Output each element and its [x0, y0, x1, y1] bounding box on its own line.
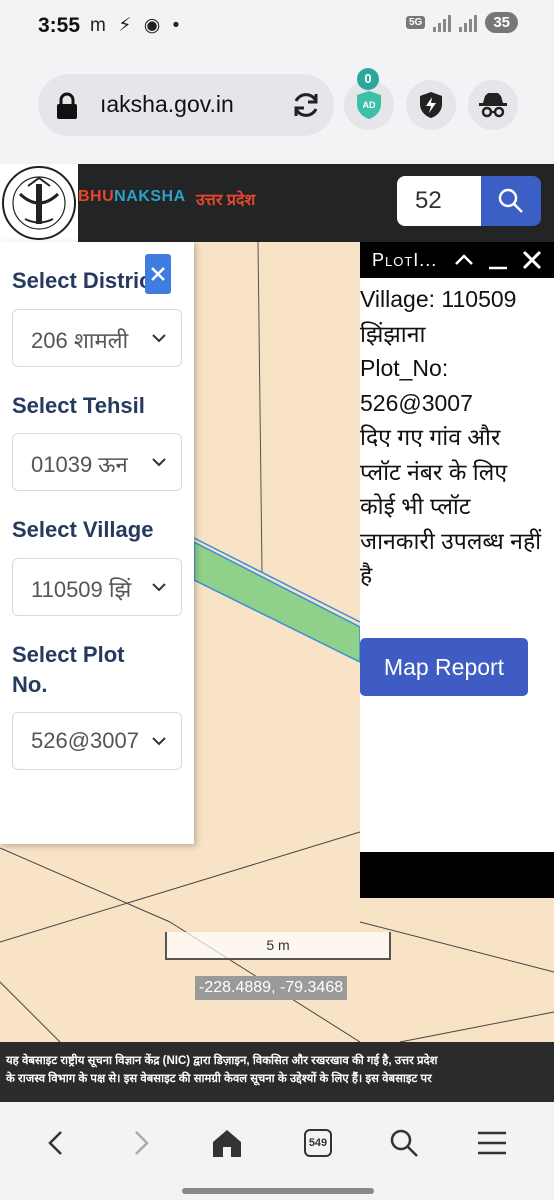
- back-icon: [48, 1131, 62, 1155]
- selection-panel: Select District 206 शामली Select Tehsil …: [0, 242, 194, 844]
- search-icon: [390, 1129, 418, 1157]
- tabs-icon: 549: [304, 1129, 332, 1157]
- close-panel-button[interactable]: [145, 254, 171, 294]
- plot-info-body: Village: 110509 झिंझाना Plot_No: 526@300…: [360, 282, 554, 593]
- collapse-up-icon[interactable]: [452, 248, 476, 272]
- map-report-button[interactable]: Map Report: [360, 638, 528, 696]
- bhunaksha-brand[interactable]: BHUNAKSHA: [78, 188, 186, 206]
- screen: 3:55 m ⚡ ◉ • 5G 35 ıaksha.gov.in 0 AD BH…: [0, 0, 554, 1200]
- search-button[interactable]: [481, 176, 541, 226]
- bolt-icon: ⚡: [118, 15, 132, 36]
- district-value: 206 शामली: [31, 328, 129, 353]
- incognito-icon: [479, 93, 507, 118]
- signal-icon-2: [459, 14, 478, 32]
- forward-icon: [135, 1131, 149, 1155]
- tehsil-value: 01039 ऊन: [31, 452, 128, 477]
- info-plot-label: Plot_No:: [360, 355, 449, 381]
- signal-icon: [433, 14, 452, 32]
- plot-info-footer: [360, 852, 554, 898]
- info-plot-number: 526@3007: [360, 389, 473, 416]
- up-govt-seal: [0, 164, 78, 242]
- plot-label: Select Plot No.: [12, 642, 125, 697]
- status-right: 5G 35: [405, 12, 518, 33]
- village-select[interactable]: 110509 झिं: [12, 558, 182, 616]
- address-bar[interactable]: ıaksha.gov.in: [38, 74, 334, 136]
- chevron-down-icon: [152, 458, 166, 467]
- svg-text:AD: AD: [363, 100, 376, 110]
- disclaimer-footer: यह वेबसाइट राष्ट्रीय सूचना विज्ञान केंद्…: [0, 1042, 554, 1102]
- m-icon: m: [90, 15, 106, 36]
- whatsapp-icon: ◉: [143, 15, 161, 36]
- info-village: Village: 110509: [360, 286, 517, 312]
- plot-select[interactable]: 526@3007: [12, 712, 182, 770]
- emblem-icon: [2, 166, 76, 240]
- village-value: 110509 झिं: [31, 577, 132, 602]
- plot-search-input[interactable]: [397, 176, 481, 226]
- search-button-nav[interactable]: [380, 1122, 428, 1164]
- mouse-coordinates: -228.4889, -79.3468: [195, 976, 348, 1000]
- lock-icon[interactable]: [54, 92, 80, 120]
- minimize-icon[interactable]: [486, 248, 510, 272]
- adblock-count: 0: [357, 68, 379, 90]
- scale-label: 5 m: [266, 937, 290, 953]
- info-message-4: जानकारी उपलब्ध नहीं: [360, 527, 542, 554]
- home-icon: [213, 1130, 241, 1157]
- plot-info-titlebar: PlotI...: [360, 242, 554, 278]
- disclaimer-line-1: यह वेबसाइट राष्ट्रीय सूचना विज्ञान केंद्…: [6, 1055, 438, 1067]
- shield-bolt-icon: [420, 92, 442, 118]
- adblock-button[interactable]: 0 AD: [344, 68, 394, 130]
- forward-button[interactable]: [117, 1122, 165, 1164]
- selected-plot[interactable]: [193, 540, 361, 664]
- tabs-button[interactable]: 549: [294, 1122, 342, 1164]
- district-select[interactable]: 206 शामली: [12, 309, 182, 367]
- info-message-2: प्लॉट नंबर के लिए: [360, 458, 508, 485]
- scale-bar: 5 m: [165, 932, 391, 960]
- menu-button[interactable]: [468, 1122, 516, 1164]
- reload-icon[interactable]: [290, 89, 322, 121]
- menu-icon: [478, 1131, 506, 1155]
- dot-icon: •: [172, 15, 180, 36]
- adblock-icon: AD: [357, 91, 381, 119]
- chevron-down-icon: [152, 334, 166, 343]
- chevron-down-icon: [152, 737, 166, 746]
- info-message-1: दिए गए गांव और: [360, 424, 501, 450]
- battery-indicator: 35: [485, 12, 518, 33]
- close-icon: [151, 267, 165, 281]
- info-message-5: है: [360, 562, 373, 588]
- browser-bottom-nav: 549: [0, 1102, 554, 1200]
- disclaimer-line-2: के राजस्व विभाग के पक्ष से। इस वेबसाइट क…: [6, 1073, 432, 1085]
- url-text[interactable]: ıaksha.gov.in: [100, 91, 280, 118]
- status-time: 3:55: [38, 14, 81, 37]
- info-message-3: कोई भी प्लॉट: [360, 493, 471, 519]
- plot-value: 526@3007: [31, 728, 139, 753]
- tehsil-label: Select Tehsil: [12, 393, 145, 418]
- notification-icons: m ⚡ ◉ •: [90, 14, 186, 37]
- district-label: Select District: [12, 268, 159, 293]
- gesture-bar[interactable]: [182, 1188, 374, 1194]
- home-button[interactable]: [203, 1122, 251, 1164]
- close-icon[interactable]: [520, 248, 544, 272]
- state-name: उत्तर प्रदेश: [196, 192, 256, 209]
- chevron-down-icon: [152, 583, 166, 592]
- plot-info-title: PlotI...: [372, 250, 438, 270]
- plot-info-panel: PlotI... Village: 110509 झिंझाना Plot_No…: [360, 242, 554, 898]
- tehsil-select[interactable]: 01039 ऊन: [12, 433, 182, 491]
- back-button[interactable]: [32, 1122, 80, 1164]
- network-type: 5G: [405, 16, 426, 29]
- browser-toolbar: ıaksha.gov.in 0 AD: [0, 54, 554, 164]
- incognito-button[interactable]: [468, 80, 518, 130]
- shield-bolt-button[interactable]: [406, 80, 456, 130]
- village-label: Select Village: [12, 517, 154, 542]
- search-icon: [498, 188, 523, 213]
- info-village-name: झिंझाना: [360, 320, 426, 347]
- status-bar: 3:55 m ⚡ ◉ • 5G 35: [0, 0, 554, 54]
